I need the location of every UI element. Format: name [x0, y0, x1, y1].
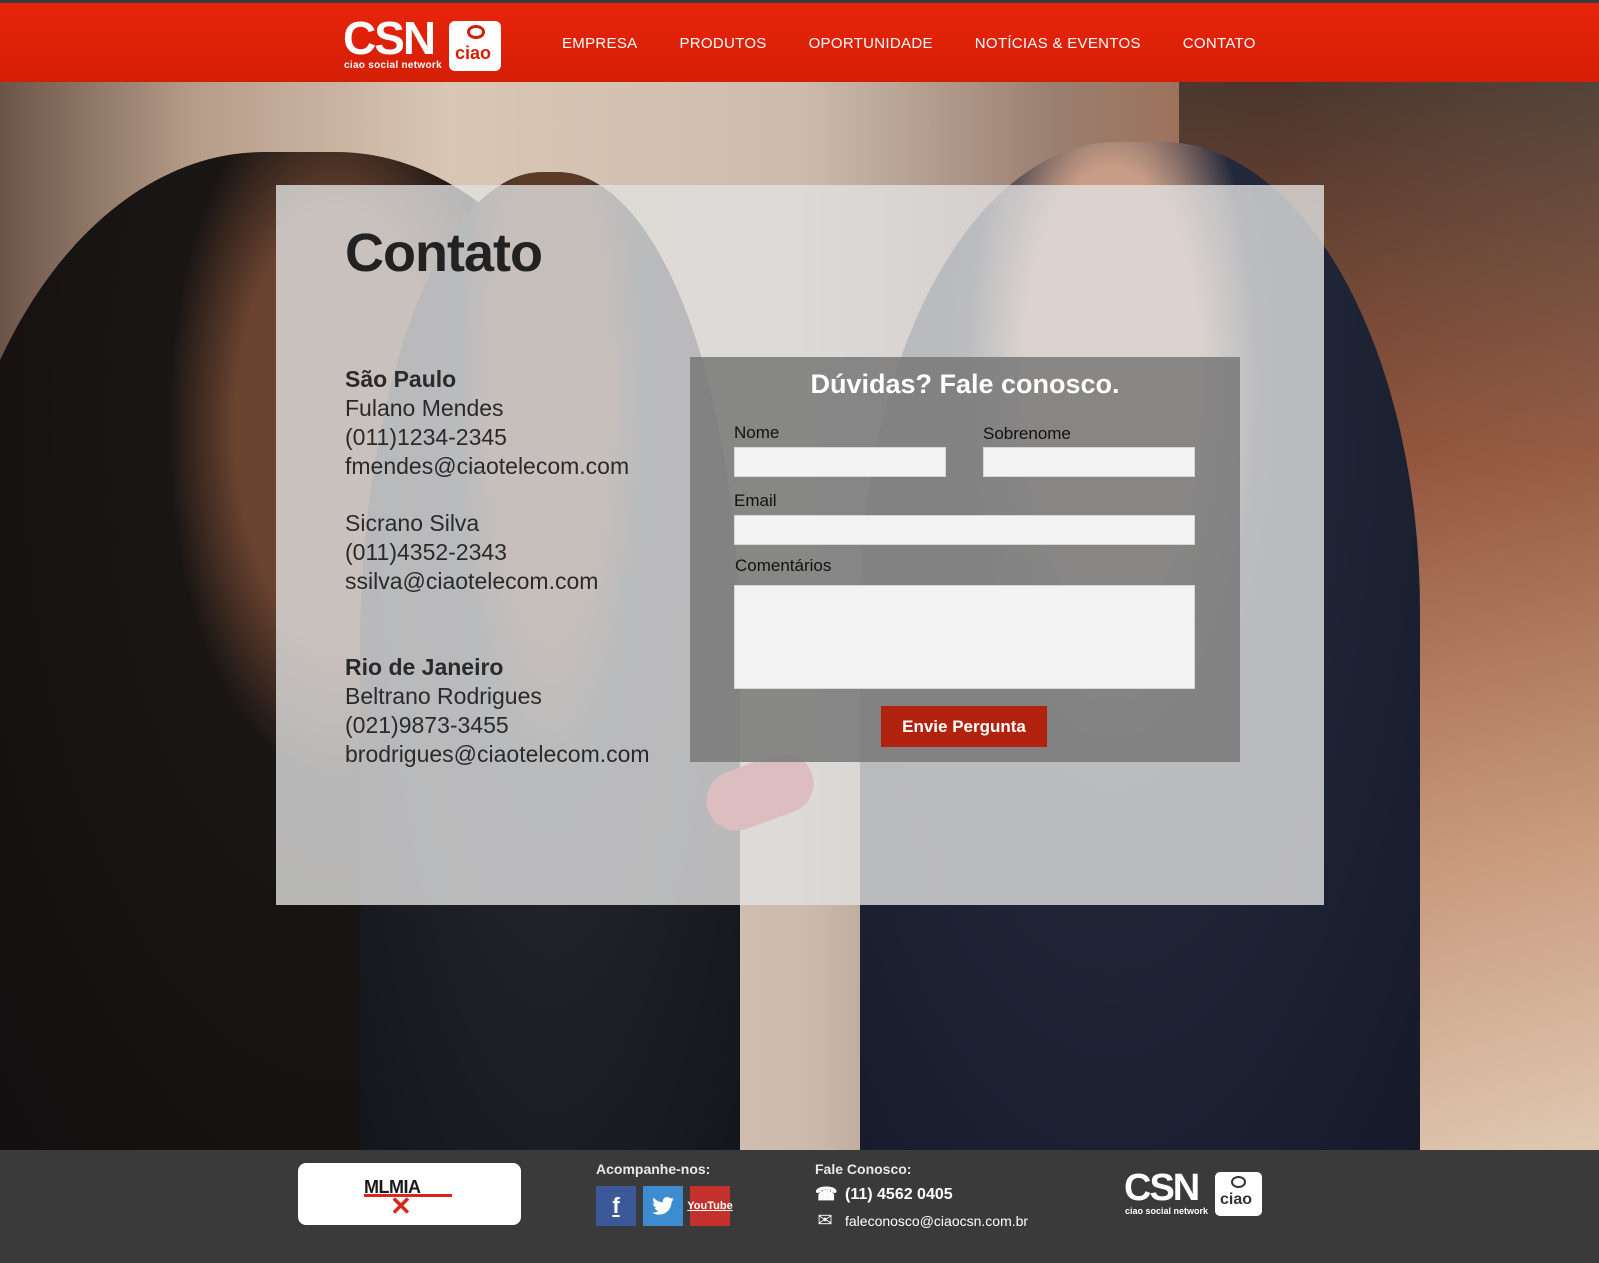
nav-empresa[interactable]: EMPRESA	[562, 35, 637, 52]
telephone-icon: ☎	[815, 1184, 838, 1204]
footer-email[interactable]: ✉ faleconosco@ciaocsn.com.br	[815, 1210, 1028, 1231]
name-input[interactable]	[734, 447, 946, 477]
contact-label: Fale Conosco:	[815, 1161, 912, 1177]
nav-produtos[interactable]: PRODUTOS	[679, 35, 766, 52]
nav-noticias-eventos[interactable]: NOTÍCIAS & EVENTOS	[975, 35, 1141, 52]
facebook-icon[interactable]: f	[596, 1186, 636, 1226]
footer-phone: ☎ (11) 4562 0405	[815, 1184, 953, 1204]
envelope-icon: ✉	[817, 1210, 833, 1230]
logo-tagline: ciao social network	[344, 60, 442, 71]
youtube-icon[interactable]: You Tube	[687, 1186, 733, 1226]
logo-wordmark: CSN	[343, 12, 436, 64]
speech-bubble-icon	[1231, 1176, 1246, 1188]
top-navbar: CSN ciao ciao social network EMPRESA PRO…	[0, 0, 1599, 82]
ciao-badge: ciao	[449, 21, 501, 71]
contact-email[interactable]: brodrigues@ciaotelecom.com	[345, 740, 650, 769]
person-figure-icon: ✕	[390, 1191, 412, 1221]
main-nav: EMPRESA PRODUTOS OPORTUNIDADE NOTÍCIAS &…	[562, 35, 1298, 52]
speech-bubble-icon	[467, 25, 485, 39]
csn-logo[interactable]: CSN ciao ciao social network	[343, 12, 503, 73]
mlmia-partner-logo[interactable]: MLMIA ✕	[298, 1163, 521, 1225]
surname-input[interactable]	[983, 447, 1195, 477]
footer: MLMIA ✕ Acompanhe-nos: f You Tube Fale Co…	[0, 1150, 1599, 1263]
office-city: Rio de Janeiro	[345, 654, 504, 680]
contact-phone: (021)9873-3455	[345, 712, 509, 738]
email-input[interactable]	[734, 515, 1195, 545]
page-title: Contato	[345, 223, 543, 283]
contact-list: São Paulo Fulano Mendes (011)1234-2345 f…	[345, 365, 650, 769]
nav-contato[interactable]: CONTATO	[1183, 35, 1256, 52]
footer-csn-logo[interactable]: CSN ciao ciao social network	[1124, 1167, 1264, 1220]
contact-email[interactable]: fmendes@ciaotelecom.com	[345, 452, 650, 481]
office-city: São Paulo	[345, 366, 457, 392]
contact-email[interactable]: ssilva@ciaotelecom.com	[345, 567, 650, 596]
twitter-icon[interactable]	[643, 1186, 683, 1226]
submit-question-button[interactable]: Envie Pergunta	[881, 706, 1047, 747]
contact-phone: (011)1234-2345	[345, 424, 507, 450]
surname-label: Sobrenome	[983, 424, 1071, 443]
follow-label: Acompanhe-nos:	[596, 1161, 711, 1177]
comments-label: Comentários	[735, 556, 832, 575]
comments-textarea[interactable]	[734, 585, 1195, 689]
ciao-badge: ciao	[1215, 1172, 1262, 1216]
contact-name: Sicrano Silva	[345, 510, 480, 536]
form-heading: Dúvidas? Fale conosco.	[810, 369, 1120, 399]
nav-oportunidade[interactable]: OPORTUNIDADE	[809, 35, 933, 52]
contact-name: Fulano Mendes	[345, 395, 504, 421]
email-label: Email	[734, 491, 777, 510]
contact-phone: (011)4352-2343	[345, 539, 507, 565]
contact-name: Beltrano Rodrigues	[345, 683, 542, 709]
contact-form: Dúvidas? Fale conosco. Nome Sobrenome Em…	[690, 357, 1240, 762]
name-label: Nome	[734, 423, 780, 442]
